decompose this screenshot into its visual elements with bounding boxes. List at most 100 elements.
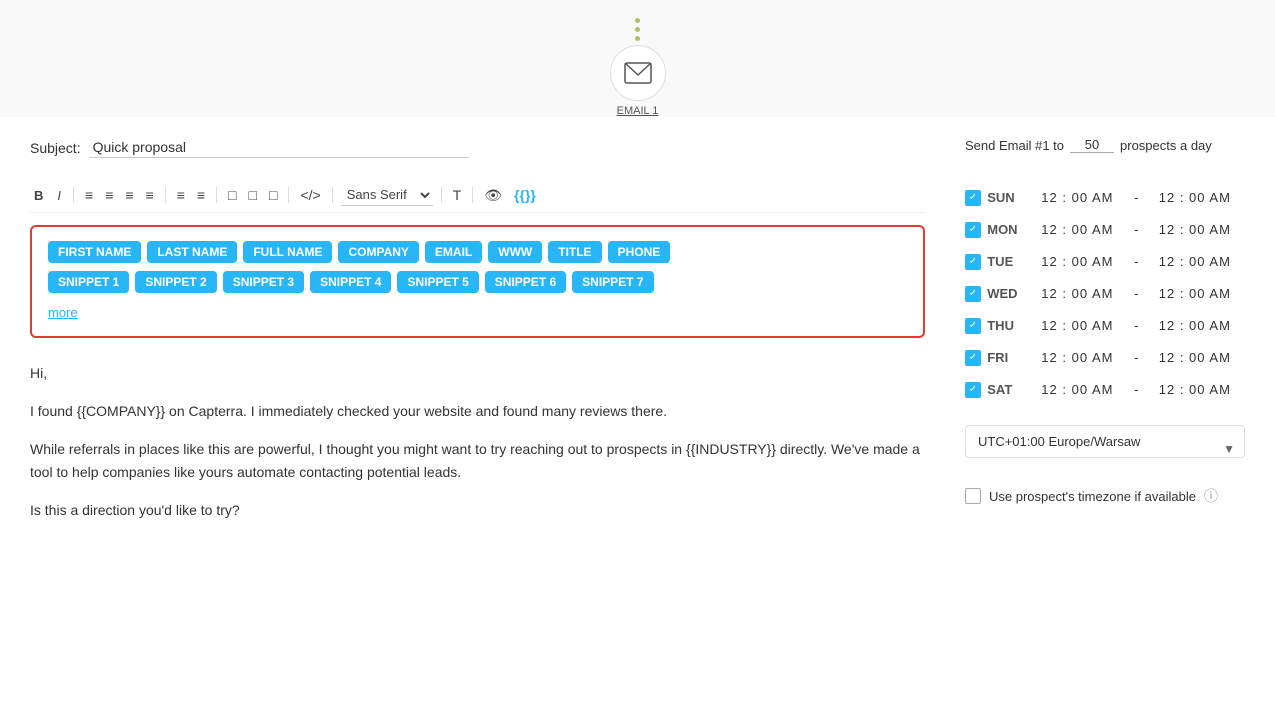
source-icon[interactable]: </> — [297, 185, 323, 205]
prospect-tz-checkbox[interactable] — [965, 488, 981, 504]
align-left-icon[interactable]: ≡ — [82, 185, 96, 205]
toolbar-sep-6 — [441, 187, 442, 203]
list-unordered-icon[interactable]: ≡ — [194, 185, 208, 205]
snippet-row-2: SNIPPET 1 SNIPPET 2 SNIPPET 3 SNIPPET 4 SNIP… — [48, 271, 907, 293]
flow-dot-1 — [635, 18, 640, 23]
snippet-tag[interactable]: SNIPPET 7 — [572, 271, 653, 293]
subject-label: Subject: — [30, 140, 81, 156]
flow-dot-3 — [635, 36, 640, 41]
day-checkbox[interactable] — [965, 190, 981, 206]
time-from[interactable]: 12 : 00 AM — [1027, 277, 1127, 309]
snippet-more-link[interactable]: more — [48, 305, 78, 320]
snippet-tag[interactable]: SNIPPET 2 — [135, 271, 216, 293]
time-to[interactable]: 12 : 00 AM — [1145, 373, 1245, 405]
time-from[interactable]: 12 : 00 AM — [1027, 245, 1127, 277]
time-to[interactable]: 12 : 00 AM — [1145, 213, 1245, 245]
day-label: SUN — [987, 181, 1027, 213]
snippet-tag[interactable]: PHONE — [608, 241, 671, 263]
time-to[interactable]: 12 : 00 AM — [1145, 181, 1245, 213]
subject-input[interactable] — [89, 137, 469, 158]
prospects-input[interactable] — [1070, 137, 1114, 153]
time-separator: - — [1128, 277, 1145, 309]
email-line-1: Hi, — [30, 362, 925, 386]
toolbar-sep-2 — [165, 187, 166, 203]
email-line-4: Is this a direction you'd like to try? — [30, 499, 925, 523]
day-checkbox[interactable] — [965, 254, 981, 270]
time-to[interactable]: 12 : 00 AM — [1145, 277, 1245, 309]
day-label: WED — [987, 277, 1027, 309]
prospect-tz-row: Use prospect's timezone if available ⓘ — [965, 486, 1245, 506]
snippet-tag[interactable]: SNIPPET 5 — [397, 271, 478, 293]
toolbar-sep-4 — [288, 187, 289, 203]
bold-button[interactable]: B — [30, 186, 47, 205]
editor-toolbar: B I ≡ ≡ ≡ ≡ ≡ ≡ □ □ □ </> Sans Serif Ser… — [30, 178, 925, 213]
snippet-tag[interactable]: SNIPPET 3 — [223, 271, 304, 293]
email-node[interactable]: EMAIL 1 — [610, 45, 666, 117]
flow-dot-2 — [635, 27, 640, 32]
time-from[interactable]: 12 : 00 AM — [1027, 341, 1127, 373]
snippet-tag[interactable]: FIRST NAME — [48, 241, 141, 263]
day-label: TUE — [987, 245, 1027, 277]
info-icon[interactable]: ⓘ — [1204, 486, 1218, 506]
schedule-row: FRI12 : 00 AM - 12 : 00 AM — [965, 341, 1245, 373]
snippet-tag[interactable]: FULL NAME — [243, 241, 332, 263]
flow-dots — [635, 10, 640, 41]
align-justify-icon[interactable]: ≡ — [143, 185, 157, 205]
day-checkbox[interactable] — [965, 286, 981, 302]
time-from[interactable]: 12 : 00 AM — [1027, 373, 1127, 405]
snippet-tag[interactable]: SNIPPET 4 — [310, 271, 391, 293]
variables-icon[interactable]: {{}} — [511, 185, 539, 205]
image-icon[interactable]: □ — [266, 185, 280, 205]
snippet-tag[interactable]: SNIPPET 6 — [485, 271, 566, 293]
code-block-icon[interactable]: □ — [246, 185, 260, 205]
day-label: MON — [987, 213, 1027, 245]
time-to[interactable]: 12 : 00 AM — [1145, 245, 1245, 277]
time-separator: - — [1128, 341, 1145, 373]
prospect-tz-label: Use prospect's timezone if available — [989, 489, 1196, 504]
schedule-row: MON12 : 00 AM - 12 : 00 AM — [965, 213, 1245, 245]
time-to[interactable]: 12 : 00 AM — [1145, 341, 1245, 373]
snippet-tag[interactable]: WWW — [488, 241, 542, 263]
list-ordered-icon[interactable]: ≡ — [174, 185, 188, 205]
day-checkbox[interactable] — [965, 222, 981, 238]
align-right-icon[interactable]: ≡ — [122, 185, 136, 205]
snippet-row-1: FIRST NAME LAST NAME FULL NAME COMPANY EMAIL… — [48, 241, 907, 263]
snippet-tag[interactable]: LAST NAME — [147, 241, 237, 263]
snippet-panel: FIRST NAME LAST NAME FULL NAME COMPANY EMAIL… — [30, 225, 925, 338]
font-family-select[interactable]: Sans Serif Serif Monospace — [341, 184, 433, 206]
day-label: FRI — [987, 341, 1027, 373]
schedule-row: SUN12 : 00 AM - 12 : 00 AM — [965, 181, 1245, 213]
day-checkbox[interactable] — [965, 382, 981, 398]
email-node-label[interactable]: EMAIL 1 — [617, 105, 659, 117]
send-suffix: prospects a day — [1120, 138, 1212, 153]
time-to[interactable]: 12 : 00 AM — [1145, 309, 1245, 341]
toolbar-sep-1 — [73, 187, 74, 203]
time-separator: - — [1128, 373, 1145, 405]
timezone-select[interactable]: UTC+01:00 Europe/Warsaw — [965, 425, 1245, 458]
time-separator: - — [1128, 213, 1145, 245]
snippet-tag[interactable]: EMAIL — [425, 241, 482, 263]
schedule-row: WED12 : 00 AM - 12 : 00 AM — [965, 277, 1245, 309]
snippet-tag[interactable]: TITLE — [548, 241, 601, 263]
time-from[interactable]: 12 : 00 AM — [1027, 309, 1127, 341]
main-content: Subject: B I ≡ ≡ ≡ ≡ ≡ ≡ □ □ □ </> Sans … — [0, 117, 1275, 708]
snippet-tag[interactable]: COMPANY — [338, 241, 418, 263]
snippet-tag[interactable]: SNIPPET 1 — [48, 271, 129, 293]
font-size-icon[interactable]: T — [450, 185, 465, 205]
email-line-2: I found {{COMPANY}} on Capterra. I immed… — [30, 400, 925, 424]
time-from[interactable]: 12 : 00 AM — [1027, 213, 1127, 245]
subject-row: Subject: — [30, 137, 925, 158]
time-from[interactable]: 12 : 00 AM — [1027, 181, 1127, 213]
italic-button[interactable]: I — [53, 186, 65, 205]
day-checkbox[interactable] — [965, 350, 981, 366]
day-label: SAT — [987, 373, 1027, 405]
email-line-3: While referrals in places like this are … — [30, 438, 925, 486]
schedule-table: SUN12 : 00 AM - 12 : 00 AMMON12 : 00 AM … — [965, 181, 1245, 405]
day-checkbox[interactable] — [965, 318, 981, 334]
time-separator: - — [1128, 181, 1145, 213]
preview-icon[interactable]: 👁 — [481, 185, 505, 206]
toolbar-sep-3 — [216, 187, 217, 203]
timezone-row: UTC+01:00 Europe/Warsaw ▼ — [965, 425, 1245, 472]
align-center-icon[interactable]: ≡ — [102, 185, 116, 205]
block-quote-icon[interactable]: □ — [225, 185, 239, 205]
